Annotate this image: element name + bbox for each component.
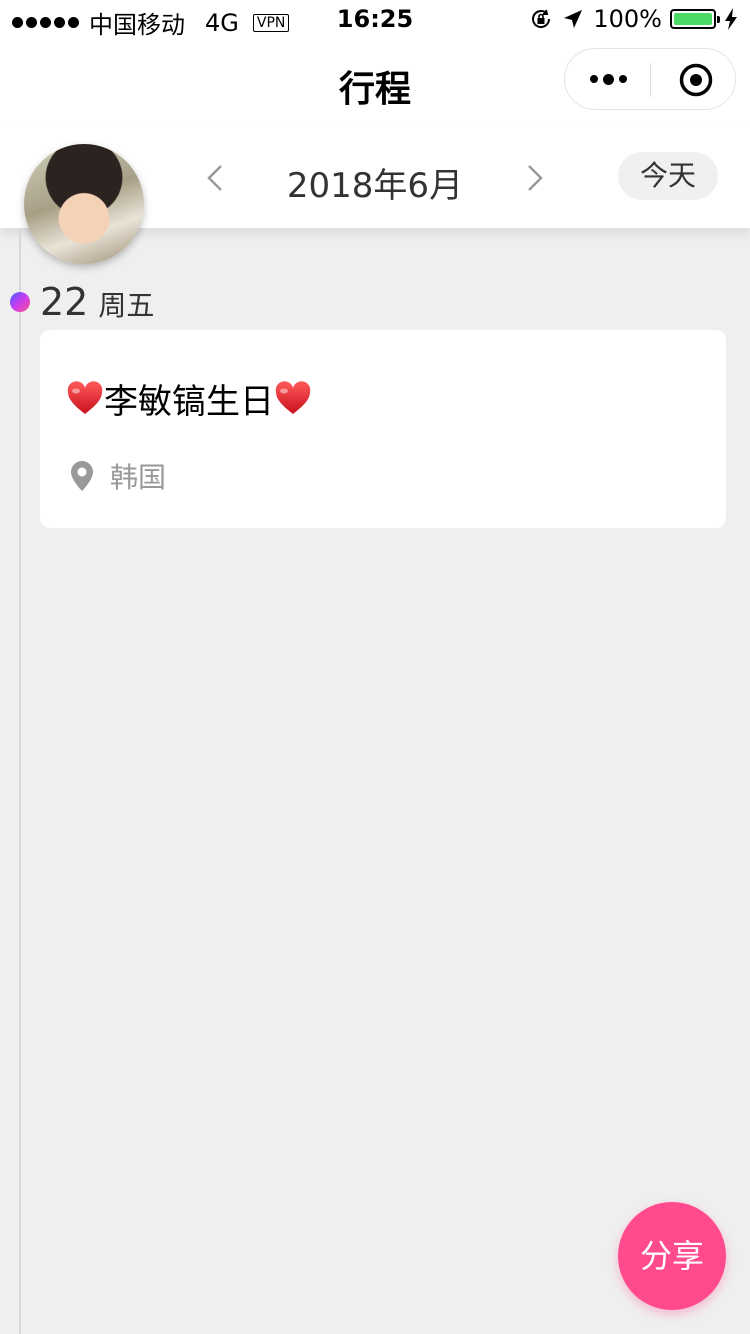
event-location-row: 韩国 bbox=[66, 456, 166, 496]
status-bar: 中国移动 4G VPN 16:25 100% bbox=[0, 0, 750, 40]
miniprogram-capsule bbox=[564, 48, 736, 110]
heart-icon bbox=[275, 380, 311, 414]
day-header: 22 周五 bbox=[40, 280, 154, 324]
navigation-bar: 行程 bbox=[0, 40, 750, 128]
capsule-divider bbox=[650, 63, 651, 97]
heart-icon bbox=[67, 380, 103, 414]
event-location: 韩国 bbox=[110, 461, 167, 494]
today-button[interactable]: 今天 bbox=[618, 152, 718, 200]
charging-bolt-icon bbox=[725, 8, 737, 30]
location-arrow-icon bbox=[564, 10, 583, 28]
share-button[interactable]: 分享 bbox=[618, 1202, 726, 1310]
rotation-lock-icon bbox=[532, 9, 551, 28]
day-number: 22 bbox=[40, 280, 89, 324]
more-dots-icon[interactable] bbox=[565, 49, 651, 109]
target-circle-icon[interactable] bbox=[679, 63, 713, 97]
battery-percent: 100% bbox=[593, 5, 662, 33]
battery-icon bbox=[670, 9, 720, 29]
status-right: 100% bbox=[529, 5, 738, 33]
battery-fill bbox=[674, 13, 712, 25]
avatar[interactable] bbox=[24, 144, 144, 264]
month-label: 2018年6月 bbox=[286, 166, 464, 206]
event-title: 李敏镐生日 bbox=[104, 382, 274, 422]
event-title-row: 李敏镐生日 bbox=[66, 374, 312, 423]
event-card[interactable]: 李敏镐生日 韩国 bbox=[40, 330, 726, 528]
chevron-left-icon[interactable] bbox=[204, 164, 226, 192]
timeline-dot bbox=[10, 292, 30, 312]
timeline-line bbox=[19, 228, 21, 1334]
chevron-right-icon[interactable] bbox=[524, 164, 546, 192]
map-pin-icon bbox=[71, 461, 93, 491]
weekday-label: 周五 bbox=[98, 289, 155, 322]
